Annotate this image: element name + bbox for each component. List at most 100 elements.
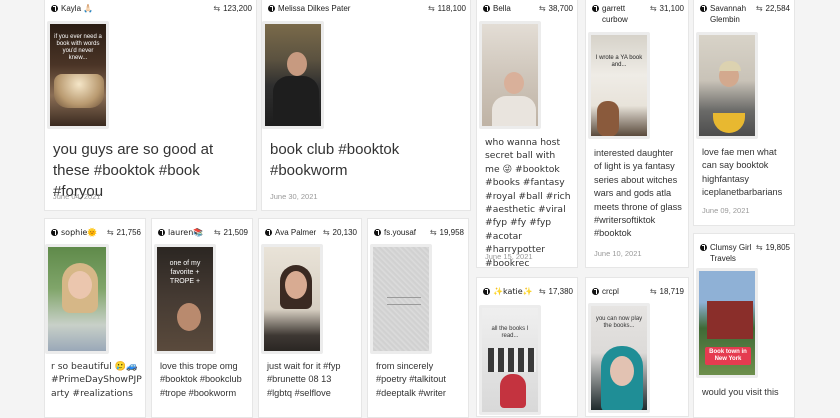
video-caption: love fae men what can say booktok highfa… xyxy=(702,147,783,198)
thumbnail-text-lines xyxy=(387,297,421,305)
repost-count: ⇆ 31,100 xyxy=(649,4,684,13)
tiktok-icon xyxy=(374,229,381,236)
thumbnail-overlay-text: one of my favorite + TROPE + xyxy=(169,260,201,285)
repost-icon: ⇆ xyxy=(649,4,657,13)
repost-icon: ⇆ xyxy=(429,228,437,237)
username[interactable]: Melissa Dilkes Pater xyxy=(278,3,350,14)
thumbnail-overlay-text: I wrote a YA book and... xyxy=(595,55,643,68)
repost-icon: ⇆ xyxy=(427,4,435,13)
tiktok-icon xyxy=(158,229,165,236)
tiktok-icon xyxy=(268,5,275,12)
username[interactable]: Savannah Glembin xyxy=(710,3,754,25)
tiktok-icon xyxy=(51,5,58,12)
video-caption: book club #booktok #bookworm xyxy=(270,141,400,179)
repost-icon: ⇆ xyxy=(649,287,657,296)
repost-count: ⇆ 118,100 xyxy=(427,4,466,13)
video-thumbnail[interactable]: if you ever need a book with words you'd… xyxy=(47,21,109,129)
video-caption: just wait for it #fyp #brunette 08 13 #l… xyxy=(267,361,341,398)
person-head xyxy=(177,303,201,331)
post-date: June 10, 2021 xyxy=(594,249,642,258)
video-thumbnail[interactable] xyxy=(370,244,432,354)
username[interactable]: Ava Palmer xyxy=(275,227,316,238)
tiktok-icon xyxy=(700,5,707,12)
repost-icon: ⇆ xyxy=(106,228,114,237)
video-caption: r so beautiful 🥲🚙 #PrimeDayShowPJP arty … xyxy=(51,361,142,399)
video-card[interactable]: ✨katie✨ ⇆ 17,380 all the books I read... xyxy=(476,277,578,417)
video-thumbnail[interactable] xyxy=(261,244,323,354)
video-caption: from sincerely #poetry #talkitout #deept… xyxy=(376,361,446,398)
video-caption: love this trope omg #booktok #bookclub #… xyxy=(160,361,242,398)
repost-count: ⇆ 123,200 xyxy=(213,4,252,13)
username[interactable]: crcpl xyxy=(602,286,619,297)
person-shape xyxy=(500,374,526,408)
repost-count: ⇆ 19,805 xyxy=(755,243,790,252)
post-date: June 15, 2021 xyxy=(485,252,533,261)
thumbnail-overlay-text: if you ever need a book with words you'd… xyxy=(54,34,102,61)
username[interactable]: sophie🌞 xyxy=(61,227,97,238)
repost-count: ⇆ 21,509 xyxy=(213,228,248,237)
house-shape xyxy=(707,301,753,339)
video-thumbnail[interactable] xyxy=(696,32,758,139)
person-head xyxy=(610,356,634,386)
tiktok-icon xyxy=(592,288,599,295)
tiktok-icon xyxy=(265,229,272,236)
video-card[interactable]: Melissa Dilkes Pater ⇆ 118,100 book club … xyxy=(261,0,471,211)
person-head xyxy=(504,72,524,94)
person-head xyxy=(285,271,307,299)
repost-icon: ⇆ xyxy=(213,228,221,237)
person-body xyxy=(273,76,319,126)
video-card[interactable]: Kayla 🙏🏻 ⇆ 123,200 if you ever need a boo… xyxy=(44,0,257,211)
person-body xyxy=(492,96,536,126)
post-date: June 04, 2021 xyxy=(53,192,101,201)
tiktok-icon xyxy=(483,5,490,12)
video-thumbnail[interactable] xyxy=(479,21,541,129)
video-thumbnail[interactable]: all the books I read... xyxy=(479,305,541,415)
tiktok-icon xyxy=(483,288,490,295)
video-thumbnail[interactable] xyxy=(45,244,109,354)
repost-count: ⇆ 20,130 xyxy=(322,228,357,237)
repost-count: ⇆ 38,700 xyxy=(538,4,573,13)
video-card[interactable]: Bella ⇆ 38,700 who wanna host secret ball… xyxy=(476,0,578,268)
person-head xyxy=(68,271,92,299)
repost-icon: ⇆ xyxy=(755,243,763,252)
repost-icon: ⇆ xyxy=(755,4,763,13)
video-thumbnail[interactable] xyxy=(262,21,324,129)
username[interactable]: Kayla 🙏🏻 xyxy=(61,3,93,14)
username[interactable]: fs.yousaf xyxy=(384,227,416,238)
person-hair xyxy=(719,61,741,71)
hand-shape xyxy=(597,101,619,136)
video-thumbnail[interactable]: you can now play the books... xyxy=(588,303,650,413)
video-card[interactable]: sophie🌞 ⇆ 21,756 r so beautiful 🥲🚙 #Prime… xyxy=(44,218,146,418)
thumbnail-overlay-text: you can now play the books... xyxy=(595,316,643,329)
username[interactable]: lauren📚 xyxy=(168,227,203,238)
username[interactable]: ✨katie✨ xyxy=(493,286,533,297)
video-card[interactable]: fs.yousaf ⇆ 19,958 from sincerely #poetry… xyxy=(367,218,469,418)
video-card[interactable]: crcpl ⇆ 18,719 you can now play the books… xyxy=(585,277,689,417)
video-caption: who wanna host secret ball with me 😜 #bo… xyxy=(485,137,571,268)
repost-count: ⇆ 17,380 xyxy=(538,287,573,296)
video-caption: interested daughter of light is ya fanta… xyxy=(594,148,682,239)
thumbnail-overlay-text: Book town in New York xyxy=(705,347,751,365)
video-thumbnail[interactable]: one of my favorite + TROPE + xyxy=(154,244,216,354)
video-card[interactable]: garrett curbow ⇆ 31,100 I wrote a YA book… xyxy=(585,0,689,268)
post-date: June 09, 2021 xyxy=(702,206,750,215)
username[interactable]: garrett curbow xyxy=(602,3,640,25)
username[interactable]: Clumsy Girl Travels xyxy=(710,242,756,264)
tiktok-icon xyxy=(700,244,707,251)
post-date: June 30, 2021 xyxy=(270,192,318,201)
video-card[interactable]: Ava Palmer ⇆ 20,130 just wait for it #fyp… xyxy=(258,218,362,418)
video-card[interactable]: Savannah Glembin ⇆ 22,584 love fae men wh… xyxy=(693,0,795,226)
repost-icon: ⇆ xyxy=(538,4,546,13)
candle-shape xyxy=(54,74,104,108)
username[interactable]: Bella xyxy=(493,3,511,14)
video-card[interactable]: lauren📚 ⇆ 21,509 one of my favorite + TRO… xyxy=(151,218,253,418)
photo-grid xyxy=(488,348,536,372)
repost-count: ⇆ 18,719 xyxy=(649,287,684,296)
repost-icon: ⇆ xyxy=(322,228,330,237)
bowl-shape xyxy=(713,113,745,133)
video-thumbnail[interactable]: I wrote a YA book and... xyxy=(588,32,650,139)
tiktok-icon xyxy=(51,229,58,236)
video-thumbnail[interactable]: Book town in New York xyxy=(696,268,758,378)
repost-count: ⇆ 21,756 xyxy=(106,228,141,237)
video-card[interactable]: Clumsy Girl Travels ⇆ 19,805 Book town in… xyxy=(693,233,795,418)
